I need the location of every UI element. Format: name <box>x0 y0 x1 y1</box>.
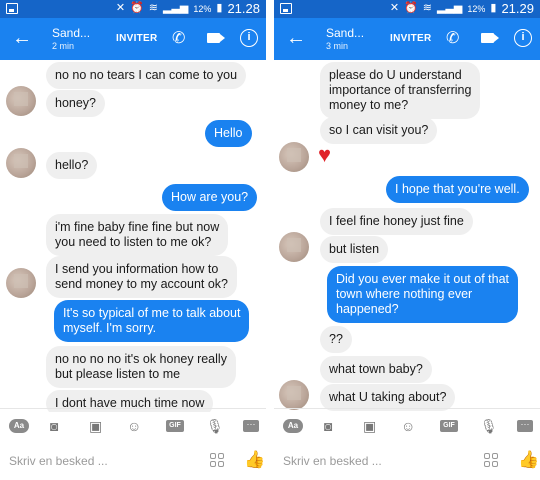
message-input[interactable]: Skriv en besked ... <box>9 454 108 468</box>
microphone-icon[interactable]: 🎙 <box>206 418 224 434</box>
battery-icon: ▮ <box>490 2 497 14</box>
video-camera-icon[interactable] <box>207 33 225 43</box>
message-incoming[interactable]: i'm fine baby fine fine but now you need… <box>46 214 229 256</box>
more-icon[interactable]: ··· <box>243 420 259 432</box>
info-icon[interactable]: i <box>240 29 258 47</box>
message-incoming[interactable]: what U taking about? <box>320 384 456 411</box>
message-incoming[interactable]: I feel fine honey just fine <box>320 208 473 235</box>
invite-button[interactable]: INVITER <box>390 33 432 44</box>
battery-icon: ▮ <box>216 2 223 14</box>
message-outgoing[interactable]: Hello <box>205 120 252 147</box>
message-incoming[interactable]: please do U understand importance of tra… <box>320 62 481 119</box>
emoji-icon[interactable]: ☺ <box>401 418 415 434</box>
thumbs-up-icon[interactable]: 👍 <box>518 450 539 470</box>
alarm-icon: ⏰ <box>404 2 418 14</box>
composer-toolbar: Aa ◙ ▣ ☺ GIF 🎙 ··· <box>274 412 540 440</box>
message-outgoing[interactable]: I hope that you're well. <box>386 176 529 203</box>
screen-divider <box>266 0 274 480</box>
invite-button[interactable]: INVITER <box>116 33 158 44</box>
avatar[interactable] <box>279 232 309 262</box>
clock: 21.29 <box>501 1 534 16</box>
arrow-left-icon[interactable]: ← <box>286 27 306 49</box>
avatar[interactable] <box>6 268 36 298</box>
qr-icon[interactable] <box>210 453 224 467</box>
phone-icon[interactable]: ✆ <box>172 28 185 48</box>
info-icon[interactable]: i <box>514 29 532 47</box>
message-input[interactable]: Skriv en besked ... <box>283 454 382 468</box>
message-incoming[interactable]: honey? <box>46 90 106 117</box>
message-incoming[interactable]: hello? <box>46 152 98 179</box>
message-list[interactable]: no no no tears I can come to you honey? … <box>0 60 266 412</box>
image-icon[interactable]: ▣ <box>89 418 102 434</box>
message-incoming[interactable]: but listen <box>320 236 389 263</box>
composer: Skriv en besked ... 👍 <box>0 446 266 476</box>
gallery-notification-icon <box>6 3 18 14</box>
battery-level: 12% <box>193 3 212 14</box>
status-bar: ✕ ⏰ ≋ ▂▃▅ 12% ▮ 21.29 <box>274 0 540 18</box>
message-outgoing[interactable]: It's so typical of me to talk about myse… <box>54 300 250 342</box>
avatar[interactable] <box>6 86 36 116</box>
camera-icon[interactable]: ◙ <box>50 418 58 434</box>
divider <box>0 408 266 409</box>
heart-icon[interactable]: ♥ <box>318 144 331 166</box>
composer-toolbar: Aa ◙ ▣ ☺ GIF 🎙 ··· <box>0 412 266 440</box>
conversation-header: ← Sand... 2 min INVITER ✆ i <box>0 18 266 60</box>
message-incoming[interactable]: so I can visit you? <box>320 117 438 144</box>
phone-icon[interactable]: ✆ <box>446 28 459 48</box>
mute-icon: ✕ <box>115 2 126 14</box>
wifi-icon: ≋ <box>148 2 158 14</box>
arrow-left-icon[interactable]: ← <box>12 27 32 49</box>
status-bar: ✕ ⏰ ≋ ▂▃▅ 12% ▮ 21.28 <box>0 0 266 18</box>
text-style-button[interactable]: Aa <box>283 419 303 433</box>
divider <box>274 408 540 409</box>
right-screen: ✕ ⏰ ≋ ▂▃▅ 12% ▮ 21.29 ← Sand... 3 min IN… <box>274 0 540 480</box>
mute-icon: ✕ <box>389 2 400 14</box>
message-incoming[interactable]: what town baby? <box>320 356 432 383</box>
contact-name[interactable]: Sand... <box>52 26 90 40</box>
image-icon[interactable]: ▣ <box>363 418 376 434</box>
avatar[interactable] <box>279 380 309 410</box>
more-icon[interactable]: ··· <box>517 420 533 432</box>
message-list[interactable]: please do U understand importance of tra… <box>274 60 540 412</box>
clock: 21.28 <box>227 1 260 16</box>
gif-button[interactable]: GIF <box>440 420 458 432</box>
conversation-header: ← Sand... 3 min INVITER ✆ i <box>274 18 540 60</box>
thumbs-up-icon[interactable]: 👍 <box>244 450 265 470</box>
left-screen: ✕ ⏰ ≋ ▂▃▅ 12% ▮ 21.28 ← Sand... 2 min IN… <box>0 0 266 480</box>
signal-icon: ▂▃▅ <box>436 2 463 14</box>
message-incoming[interactable]: I send you information how to send money… <box>46 256 238 298</box>
camera-icon[interactable]: ◙ <box>324 418 332 434</box>
qr-icon[interactable] <box>484 453 498 467</box>
message-incoming[interactable]: ?? <box>320 326 352 353</box>
emoji-icon[interactable]: ☺ <box>127 418 141 434</box>
active-status: 3 min <box>326 41 349 51</box>
battery-level: 12% <box>467 3 486 14</box>
message-outgoing[interactable]: Did you ever make it out of that town wh… <box>327 266 519 323</box>
text-style-button[interactable]: Aa <box>9 419 29 433</box>
composer: Skriv en besked ... 👍 <box>274 446 540 476</box>
signal-icon: ▂▃▅ <box>162 2 189 14</box>
contact-name[interactable]: Sand... <box>326 26 364 40</box>
message-incoming[interactable]: no no no no it's ok honey really but ple… <box>46 346 236 388</box>
avatar[interactable] <box>279 142 309 172</box>
wifi-icon: ≋ <box>422 2 432 14</box>
alarm-icon: ⏰ <box>130 2 144 14</box>
video-camera-icon[interactable] <box>481 33 499 43</box>
active-status: 2 min <box>52 41 75 51</box>
message-outgoing[interactable]: How are you? <box>162 184 258 211</box>
gif-button[interactable]: GIF <box>166 420 184 432</box>
avatar[interactable] <box>6 148 36 178</box>
message-incoming[interactable]: no no no tears I can come to you <box>46 62 247 89</box>
microphone-icon[interactable]: 🎙 <box>480 418 498 434</box>
gallery-notification-icon <box>280 3 292 14</box>
